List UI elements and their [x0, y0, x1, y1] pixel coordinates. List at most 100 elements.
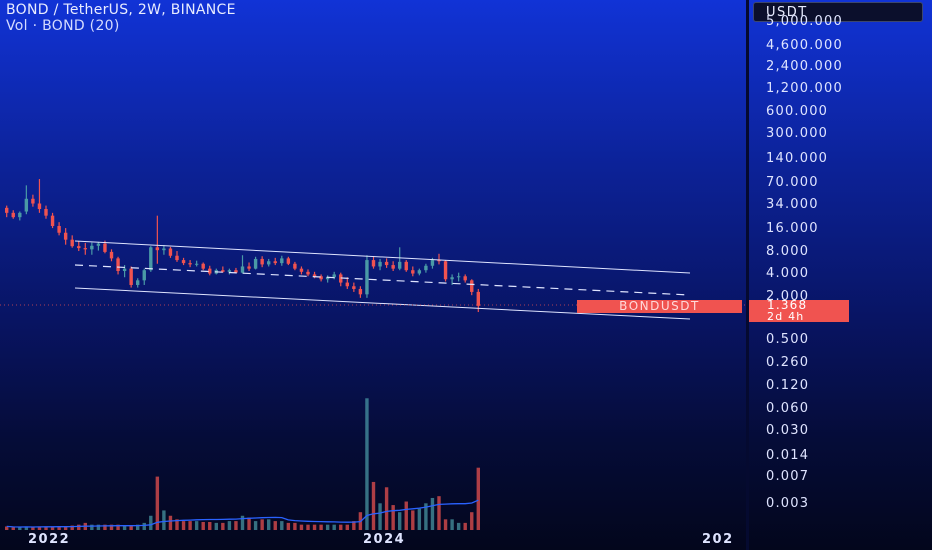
- price-scale-label: 34.000: [766, 197, 819, 212]
- candle-body: [371, 260, 376, 267]
- candle-body: [404, 261, 408, 271]
- volume-bar: [417, 508, 422, 530]
- candle-body: [63, 232, 68, 240]
- candles: [5, 179, 480, 313]
- candle-body: [37, 203, 42, 210]
- candle-body: [293, 263, 297, 269]
- volume-bar: [31, 527, 35, 530]
- price-scale-label: 0.030: [766, 423, 810, 438]
- candle-body: [90, 245, 94, 250]
- volume-bar: [398, 512, 402, 530]
- volume-bar: [470, 512, 474, 530]
- candle-body: [280, 258, 284, 264]
- volume-bar: [437, 496, 441, 530]
- bar-countdown: 2d 4h: [767, 310, 805, 323]
- candle-body: [129, 268, 133, 285]
- volume-bar: [339, 524, 343, 530]
- candle-body: [168, 248, 173, 256]
- candle-body: [391, 265, 395, 269]
- candle-body: [430, 260, 435, 266]
- candle-body: [31, 198, 35, 204]
- candle-body: [18, 212, 22, 218]
- chart-legend: BOND / TetherUS, 2W, BINANCE Vol · BOND …: [6, 2, 236, 34]
- candle-body: [50, 215, 55, 226]
- time-axis-label: 2024: [363, 532, 406, 547]
- symbol-title[interactable]: BOND / TetherUS, 2W, BINANCE: [6, 2, 236, 18]
- candle-body: [411, 270, 415, 274]
- time-axis-label: 202: [702, 532, 734, 547]
- candle-body: [70, 239, 74, 247]
- volume-bar: [181, 521, 186, 530]
- candle-body: [188, 263, 192, 265]
- volume-bar: [319, 524, 323, 530]
- volume-bar: [391, 505, 395, 530]
- volume-bar: [365, 398, 369, 530]
- volume-bar: [430, 497, 435, 530]
- candle-body: [365, 260, 369, 295]
- candle-body: [470, 280, 474, 292]
- candle-body: [384, 261, 389, 266]
- candle-body: [116, 258, 120, 271]
- candle-body: [273, 261, 277, 264]
- candle-body: [424, 265, 428, 271]
- volume-bar: [280, 521, 284, 530]
- volume-bar: [234, 521, 238, 530]
- volume-bar: [325, 524, 330, 530]
- candle-body: [378, 261, 382, 267]
- volume-bar: [299, 524, 304, 530]
- candle-body: [476, 291, 480, 306]
- candle-body: [227, 270, 232, 272]
- price-scale-label: 0.060: [766, 401, 810, 416]
- candle-body: [194, 263, 199, 265]
- volume-bar: [221, 522, 225, 530]
- volume-bar: [214, 522, 218, 530]
- volume-bar: [77, 524, 81, 530]
- candle-body: [352, 286, 356, 289]
- volume-indicator-label[interactable]: Vol · BOND (20): [6, 18, 236, 34]
- candle-body: [96, 243, 101, 246]
- volume-bar: [149, 515, 153, 530]
- volume-bar: [162, 510, 166, 530]
- candle-body: [142, 270, 146, 281]
- candle-body: [11, 212, 15, 218]
- symbol-price-tag: BONDUSDT: [577, 300, 742, 313]
- price-scale-label: 0.260: [766, 355, 810, 370]
- volume-bar: [293, 522, 297, 530]
- volume-bar: [168, 515, 173, 530]
- volume-bar: [404, 501, 408, 530]
- volume-bar: [378, 503, 382, 530]
- price-scale-label: 0.500: [766, 332, 810, 347]
- volume-bar: [273, 521, 277, 530]
- candle-body: [456, 276, 461, 278]
- price-scale-label: 600.000: [766, 104, 829, 119]
- price-scale-label: 300.000: [766, 126, 829, 141]
- price-scale-separator: [746, 0, 749, 550]
- candle-body: [181, 260, 186, 264]
- candle-body: [201, 263, 205, 269]
- candle-body: [175, 255, 179, 261]
- candle-body: [260, 258, 264, 265]
- price-scale-label: 70.000: [766, 175, 819, 190]
- candle-body: [122, 268, 127, 271]
- price-scale-label: 0.003: [766, 496, 810, 511]
- volume-bar: [371, 481, 376, 530]
- price-scale-label: 8.000: [766, 244, 810, 259]
- volume-bar: [142, 522, 146, 530]
- candle-body: [103, 243, 107, 252]
- candle-body: [345, 282, 349, 287]
- candle-body: [286, 258, 291, 264]
- candle-body: [306, 271, 310, 275]
- candle-body: [247, 266, 251, 269]
- candle-body: [312, 274, 317, 277]
- candle-body: [398, 261, 402, 269]
- volume-bar: [18, 527, 22, 530]
- volume-bar: [188, 521, 192, 530]
- price-scale-label: 140.000: [766, 151, 829, 166]
- volume-bar: [11, 527, 15, 530]
- channel-mid: [74, 264, 691, 296]
- volume-bar: [476, 467, 480, 530]
- candle-body: [77, 246, 81, 249]
- volume-bar: [463, 522, 467, 530]
- time-axis-label: 2022: [28, 532, 71, 547]
- channel-upper: [74, 240, 691, 274]
